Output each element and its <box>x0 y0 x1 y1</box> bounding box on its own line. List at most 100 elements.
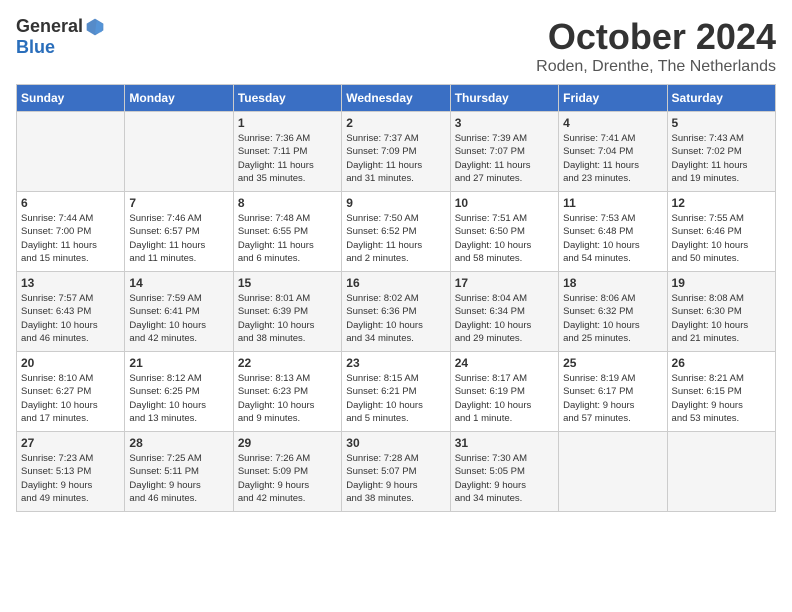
calendar-cell <box>667 432 775 512</box>
calendar-week-row: 1Sunrise: 7:36 AM Sunset: 7:11 PM Daylig… <box>17 112 776 192</box>
calendar-cell: 5Sunrise: 7:43 AM Sunset: 7:02 PM Daylig… <box>667 112 775 192</box>
logo-general-text: General <box>16 16 83 37</box>
day-detail: Sunrise: 7:23 AM Sunset: 5:13 PM Dayligh… <box>21 452 120 505</box>
calendar-cell: 10 Sunrise: 7:51 AM Sunset: 6:50 PM Dayli… <box>450 192 558 272</box>
day-number: 29 <box>238 436 337 450</box>
day-number: 28 <box>129 436 228 450</box>
day-detail: Sunrise: 7:55 AM Sunset: 6:46 PM Dayligh… <box>672 212 771 265</box>
calendar-header-cell: Tuesday <box>233 85 341 112</box>
day-detail: Sunrise: 7:46 AM Sunset: 6:57 PM Dayligh… <box>129 212 228 265</box>
day-detail: Sunrise: 8:04 AM Sunset: 6:34 PM Dayligh… <box>455 292 554 345</box>
calendar-cell: 17 Sunrise: 8:04 AM Sunset: 6:34 PM Dayli… <box>450 272 558 352</box>
day-detail: Sunrise: 8:15 AM Sunset: 6:21 PM Dayligh… <box>346 372 445 425</box>
day-number: 26 <box>672 356 771 370</box>
day-number: 31 <box>455 436 554 450</box>
month-title: October 2024 <box>536 16 776 58</box>
calendar-cell: 22 Sunrise: 8:13 AM Sunset: 6:23 PM Dayli… <box>233 352 341 432</box>
day-detail: Sunrise: 7:44 AM Sunset: 7:00 PM Dayligh… <box>21 212 120 265</box>
calendar-cell: 11Sunrise: 7:53 AM Sunset: 6:48 PM Dayli… <box>559 192 667 272</box>
calendar-cell: 2Sunrise: 7:37 AM Sunset: 7:09 PM Daylig… <box>342 112 450 192</box>
day-detail: Sunrise: 7:53 AM Sunset: 6:48 PM Dayligh… <box>563 212 662 265</box>
calendar-cell: 12 Sunrise: 7:55 AM Sunset: 6:46 PM Dayli… <box>667 192 775 272</box>
calendar-header-cell: Friday <box>559 85 667 112</box>
location-title: Roden, Drenthe, The Netherlands <box>536 58 776 76</box>
day-detail: Sunrise: 7:25 AM Sunset: 5:11 PM Dayligh… <box>129 452 228 505</box>
calendar-cell: 24Sunrise: 8:17 AM Sunset: 6:19 PM Dayli… <box>450 352 558 432</box>
day-detail: Sunrise: 7:28 AM Sunset: 5:07 PM Dayligh… <box>346 452 445 505</box>
calendar-cell: 23 Sunrise: 8:15 AM Sunset: 6:21 PM Dayli… <box>342 352 450 432</box>
day-detail: Sunrise: 8:02 AM Sunset: 6:36 PM Dayligh… <box>346 292 445 345</box>
day-number: 27 <box>21 436 120 450</box>
day-number: 3 <box>455 116 554 130</box>
day-detail: Sunrise: 7:48 AM Sunset: 6:55 PM Dayligh… <box>238 212 337 265</box>
calendar-cell: 14 Sunrise: 7:59 AM Sunset: 6:41 PM Dayli… <box>125 272 233 352</box>
day-detail: Sunrise: 8:17 AM Sunset: 6:19 PM Dayligh… <box>455 372 554 425</box>
calendar-cell: 7 Sunrise: 7:46 AM Sunset: 6:57 PM Daylig… <box>125 192 233 272</box>
day-number: 23 <box>346 356 445 370</box>
calendar-cell <box>559 432 667 512</box>
logo-icon <box>85 17 105 37</box>
day-number: 14 <box>129 276 228 290</box>
calendar-cell: 1Sunrise: 7:36 AM Sunset: 7:11 PM Daylig… <box>233 112 341 192</box>
calendar-cell: 3 Sunrise: 7:39 AM Sunset: 7:07 PM Daylig… <box>450 112 558 192</box>
day-detail: Sunrise: 8:06 AM Sunset: 6:32 PM Dayligh… <box>563 292 662 345</box>
calendar-cell: 20 Sunrise: 8:10 AM Sunset: 6:27 PM Dayli… <box>17 352 125 432</box>
calendar-week-row: 20 Sunrise: 8:10 AM Sunset: 6:27 PM Dayli… <box>17 352 776 432</box>
calendar-table: SundayMondayTuesdayWednesdayThursdayFrid… <box>16 84 776 512</box>
calendar-cell: 8 Sunrise: 7:48 AM Sunset: 6:55 PM Daylig… <box>233 192 341 272</box>
day-detail: Sunrise: 7:26 AM Sunset: 5:09 PM Dayligh… <box>238 452 337 505</box>
day-number: 13 <box>21 276 120 290</box>
calendar-cell: 21 Sunrise: 8:12 AM Sunset: 6:25 PM Dayli… <box>125 352 233 432</box>
calendar-header-cell: Monday <box>125 85 233 112</box>
calendar-cell <box>17 112 125 192</box>
calendar-cell: 30 Sunrise: 7:28 AM Sunset: 5:07 PM Dayli… <box>342 432 450 512</box>
day-detail: Sunrise: 7:57 AM Sunset: 6:43 PM Dayligh… <box>21 292 120 345</box>
day-number: 20 <box>21 356 120 370</box>
calendar-header-cell: Sunday <box>17 85 125 112</box>
calendar-header-cell: Wednesday <box>342 85 450 112</box>
calendar-cell: 29 Sunrise: 7:26 AM Sunset: 5:09 PM Dayli… <box>233 432 341 512</box>
calendar-cell: 16Sunrise: 8:02 AM Sunset: 6:36 PM Dayli… <box>342 272 450 352</box>
day-number: 2 <box>346 116 445 130</box>
day-number: 7 <box>129 196 228 210</box>
day-detail: Sunrise: 8:21 AM Sunset: 6:15 PM Dayligh… <box>672 372 771 425</box>
day-number: 21 <box>129 356 228 370</box>
day-number: 17 <box>455 276 554 290</box>
calendar-cell: 4 Sunrise: 7:41 AM Sunset: 7:04 PM Daylig… <box>559 112 667 192</box>
day-detail: Sunrise: 7:41 AM Sunset: 7:04 PM Dayligh… <box>563 132 662 185</box>
day-detail: Sunrise: 8:19 AM Sunset: 6:17 PM Dayligh… <box>563 372 662 425</box>
day-number: 4 <box>563 116 662 130</box>
day-number: 25 <box>563 356 662 370</box>
day-number: 12 <box>672 196 771 210</box>
day-number: 6 <box>21 196 120 210</box>
day-detail: Sunrise: 8:01 AM Sunset: 6:39 PM Dayligh… <box>238 292 337 345</box>
title-area: October 2024 Roden, Drenthe, The Netherl… <box>536 16 776 76</box>
day-detail: Sunrise: 7:36 AM Sunset: 7:11 PM Dayligh… <box>238 132 337 185</box>
header: General Blue October 2024 Roden, Drenthe… <box>16 16 776 76</box>
calendar-week-row: 27 Sunrise: 7:23 AM Sunset: 5:13 PM Dayli… <box>17 432 776 512</box>
calendar-week-row: 6 Sunrise: 7:44 AM Sunset: 7:00 PM Daylig… <box>17 192 776 272</box>
day-detail: Sunrise: 7:51 AM Sunset: 6:50 PM Dayligh… <box>455 212 554 265</box>
calendar-header-row: SundayMondayTuesdayWednesdayThursdayFrid… <box>17 85 776 112</box>
day-detail: Sunrise: 8:12 AM Sunset: 6:25 PM Dayligh… <box>129 372 228 425</box>
day-detail: Sunrise: 8:10 AM Sunset: 6:27 PM Dayligh… <box>21 372 120 425</box>
day-number: 15 <box>238 276 337 290</box>
day-number: 30 <box>346 436 445 450</box>
day-number: 22 <box>238 356 337 370</box>
day-number: 8 <box>238 196 337 210</box>
day-detail: Sunrise: 8:13 AM Sunset: 6:23 PM Dayligh… <box>238 372 337 425</box>
calendar-cell: 27 Sunrise: 7:23 AM Sunset: 5:13 PM Dayli… <box>17 432 125 512</box>
day-number: 10 <box>455 196 554 210</box>
calendar-cell <box>125 112 233 192</box>
calendar-cell: 15 Sunrise: 8:01 AM Sunset: 6:39 PM Dayli… <box>233 272 341 352</box>
calendar-header-cell: Saturday <box>667 85 775 112</box>
day-detail: Sunrise: 7:59 AM Sunset: 6:41 PM Dayligh… <box>129 292 228 345</box>
day-detail: Sunrise: 7:39 AM Sunset: 7:07 PM Dayligh… <box>455 132 554 185</box>
calendar-cell: 28 Sunrise: 7:25 AM Sunset: 5:11 PM Dayli… <box>125 432 233 512</box>
calendar-header-cell: Thursday <box>450 85 558 112</box>
calendar-cell: 26 Sunrise: 8:21 AM Sunset: 6:15 PM Dayli… <box>667 352 775 432</box>
calendar-week-row: 13 Sunrise: 7:57 AM Sunset: 6:43 PM Dayli… <box>17 272 776 352</box>
calendar-cell: 13 Sunrise: 7:57 AM Sunset: 6:43 PM Dayli… <box>17 272 125 352</box>
day-number: 5 <box>672 116 771 130</box>
calendar-cell: 6 Sunrise: 7:44 AM Sunset: 7:00 PM Daylig… <box>17 192 125 272</box>
